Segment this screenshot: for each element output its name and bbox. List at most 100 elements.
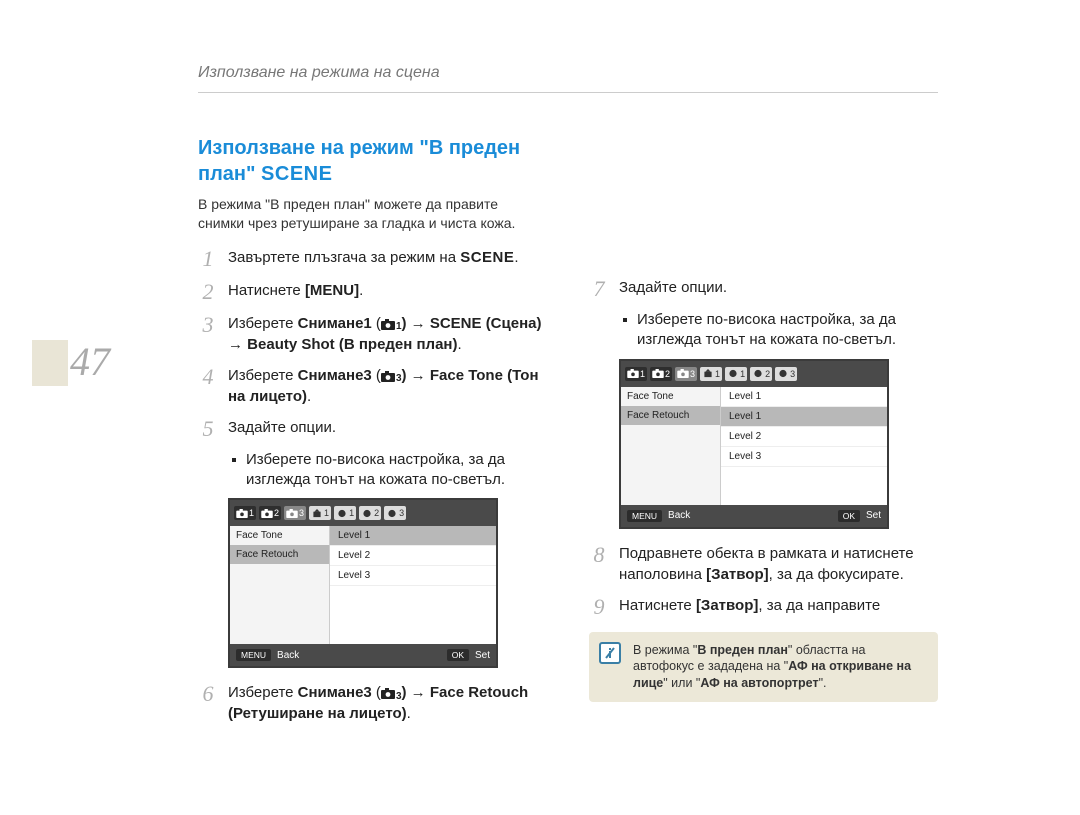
menu-tab[interactable]: 1 — [700, 367, 722, 381]
step-text: . — [458, 336, 462, 353]
step-body: Изберете Снимане3 (3) → Face Retouch (Ре… — [228, 682, 547, 724]
menu-path: ) → — [402, 684, 430, 701]
step-3: 3 Изберете Снимане1 (1) → SCENE (Сцена) … — [198, 313, 547, 355]
camera-menu-screenshot-1: 1 2 3 1 1 2 3 Face Tone Face Retouch Lev… — [228, 498, 498, 668]
menu-tab-active[interactable]: 3 — [675, 367, 697, 381]
page-number: 47 — [70, 338, 110, 385]
step-text: Завъртете плъзгача за режим на — [228, 249, 460, 266]
menu-tab[interactable]: 1 — [625, 367, 647, 381]
menu-back-button[interactable]: MENU — [627, 510, 662, 522]
menu-item-face-tone[interactable]: Face Tone — [230, 526, 329, 545]
step-body: Задайте опции. — [619, 277, 938, 298]
menu-option[interactable]: Level 2 — [330, 546, 496, 566]
step-text: Натиснете — [228, 282, 305, 299]
note-bullet: Изберете по-висока настройка, за да изгл… — [619, 310, 938, 351]
tab-num: 1 — [740, 369, 745, 379]
menu-tab-bar: 1 2 3 1 1 2 3 — [621, 361, 887, 387]
menu-option[interactable]: Level 1 — [330, 526, 496, 546]
note-bold: В преден план — [697, 643, 788, 657]
tab-num: 1 — [349, 508, 354, 518]
running-head: Използване на режима на сцена — [198, 64, 440, 82]
menu-tab[interactable]: 2 — [359, 506, 381, 520]
menu-tab[interactable]: 2 — [259, 506, 281, 520]
menu-option[interactable]: Level 2 — [721, 427, 887, 447]
menu-item-face-retouch[interactable]: Face Retouch — [230, 545, 329, 564]
menu-path: Снимане3 — [298, 367, 372, 384]
step-number: 4 — [198, 365, 218, 388]
menu-tab-active[interactable]: 3 — [284, 506, 306, 520]
step-text: . — [407, 705, 411, 722]
tab-num: 1 — [715, 369, 720, 379]
menu-option[interactable]: Level 3 — [721, 447, 887, 467]
right-column: 7 Задайте опции. Изберете по-висока наст… — [589, 135, 938, 734]
menu-tab[interactable]: 1 — [234, 506, 256, 520]
menu-path: Снимане3 — [298, 684, 372, 701]
menu-tab[interactable]: 3 — [384, 506, 406, 520]
step-body: Натиснете [Затвор], за да направите — [619, 595, 938, 616]
camera-sub: 3 — [396, 372, 402, 386]
menu-set-label: Set — [866, 510, 881, 521]
step-7: 7 Задайте опции. — [589, 277, 938, 300]
heading-text: Използване на режим "В преден план" — [198, 137, 520, 185]
menu-tab[interactable]: 2 — [750, 367, 772, 381]
menu-path: ) → — [402, 367, 430, 384]
shutter-key-label: [Затвор] — [706, 566, 768, 583]
section-heading: Използване на режим "В преден план" SCEN… — [198, 135, 547, 187]
intro-paragraph: В режима "В преден план" можете да прави… — [198, 195, 547, 233]
menu-key-label: [MENU] — [305, 282, 359, 299]
tab-num: 2 — [274, 508, 279, 518]
menu-item-face-retouch[interactable]: Face Retouch — [621, 406, 720, 425]
scene-inline: SCENE — [460, 249, 514, 266]
tab-num: 3 — [399, 508, 404, 518]
menu-item-face-tone[interactable]: Face Tone — [621, 387, 720, 406]
menu-body: Face Tone Face Retouch Level 1 Level 1 L… — [621, 387, 887, 505]
menu-tab[interactable]: 2 — [650, 367, 672, 381]
menu-option[interactable]: Level 3 — [330, 566, 496, 586]
camera-icon: 3 — [381, 687, 402, 701]
step-text: . — [359, 282, 363, 299]
menu-tab[interactable]: 1 — [309, 506, 331, 520]
step-1: 1 Завъртете плъзгача за режим на SCENE. — [198, 247, 547, 270]
step-text: Изберете — [228, 684, 298, 701]
note-text: В режима " — [633, 643, 697, 657]
step-number: 7 — [589, 277, 609, 300]
step-body: Подравнете обекта в рамката и натиснете … — [619, 543, 938, 585]
menu-right-pane: Level 1 Level 1 Level 2 Level 3 — [721, 387, 887, 505]
running-head-rule — [198, 92, 938, 93]
steps-list-left: 1 Завъртете плъзгача за режим на SCENE. … — [198, 247, 547, 440]
side-tab — [32, 340, 68, 386]
menu-ok-button[interactable]: OK — [838, 510, 860, 522]
step-6: 6 Изберете Снимане3 (3) → Face Retouch (… — [198, 682, 547, 724]
step-body: Задайте опции. — [228, 417, 547, 438]
menu-path: Beauty Shot (В преден план) — [247, 336, 457, 353]
note-text: " или " — [663, 676, 700, 690]
note-text: ". — [819, 676, 827, 690]
tab-num: 3 — [790, 369, 795, 379]
menu-ok-button[interactable]: OK — [447, 649, 469, 661]
menu-back-button[interactable]: MENU — [236, 649, 271, 661]
menu-right-pane: Level 1 Level 2 Level 3 — [330, 526, 496, 644]
step-number: 1 — [198, 247, 218, 270]
menu-back-label: Back — [668, 510, 690, 521]
step-number: 2 — [198, 280, 218, 303]
tab-num: 3 — [690, 369, 695, 379]
menu-left-pane: Face Tone Face Retouch — [621, 387, 721, 505]
menu-tab[interactable]: 1 — [334, 506, 356, 520]
scene-label: SCENE — [261, 163, 332, 185]
menu-path: SCENE (Сцена) — [430, 315, 542, 332]
menu-option[interactable]: Level 1 — [721, 407, 887, 427]
shutter-key-label: [Затвор] — [696, 597, 758, 614]
tab-num: 1 — [640, 369, 645, 379]
menu-tab[interactable]: 1 — [725, 367, 747, 381]
menu-tab[interactable]: 3 — [775, 367, 797, 381]
menu-path: → — [228, 336, 247, 353]
tab-num: 1 — [324, 508, 329, 518]
step-text: Натиснете — [619, 597, 696, 614]
tab-num: 3 — [299, 508, 304, 518]
step-text: Изберете — [228, 367, 298, 384]
content-columns: Използване на режим "В преден план" SCEN… — [198, 135, 938, 734]
step-4: 4 Изберете Снимане3 (3) → Face Tone (Тон… — [198, 365, 547, 407]
step-number: 5 — [198, 417, 218, 440]
menu-set-label: Set — [475, 650, 490, 661]
steps-list-right-cont: 8 Подравнете обекта в рамката и натиснет… — [589, 543, 938, 618]
